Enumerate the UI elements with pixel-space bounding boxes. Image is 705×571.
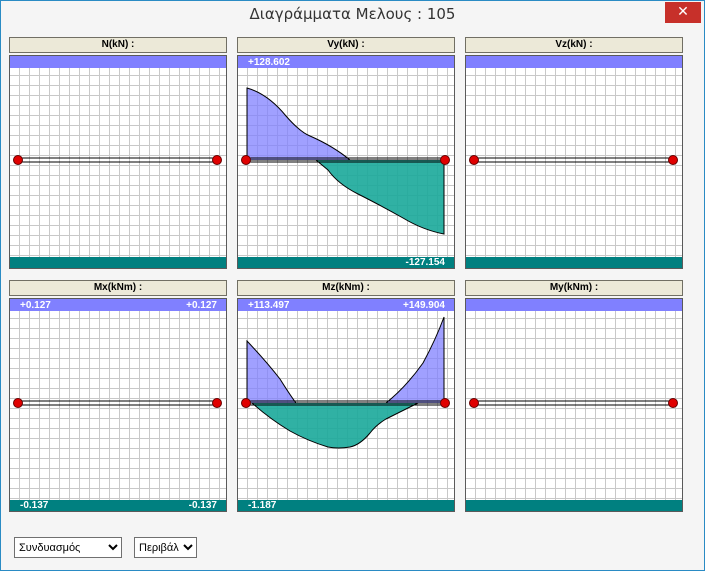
- support-left: [469, 398, 479, 408]
- bottom-right-value: -0.137: [188, 500, 217, 511]
- support-left: [241, 155, 251, 165]
- support-right: [212, 155, 222, 165]
- support-left: [13, 155, 23, 165]
- diagram-area: [9, 55, 227, 269]
- window-title: Διαγράμματα Μελους : 105: [249, 5, 456, 23]
- envelope-select[interactable]: Περιβάλ: [134, 537, 197, 558]
- diagram-area: +128.602 -127.154: [237, 55, 455, 269]
- diagram-area: +113.497 +149.904 -1.187: [237, 298, 455, 512]
- negative-bar: [466, 257, 682, 268]
- support-left: [13, 398, 23, 408]
- panel-title: My(kNm) :: [465, 280, 683, 296]
- negative-bar: [10, 257, 226, 268]
- positive-area-right: [384, 316, 445, 404]
- diagram-area: [465, 55, 683, 269]
- negative-bar: -1.187: [238, 500, 454, 511]
- bottom-right-value: -127.154: [405, 257, 445, 268]
- panel-title: N(kN) :: [9, 37, 227, 53]
- negative-area: [250, 402, 419, 449]
- support-left: [469, 155, 479, 165]
- negative-bar: -0.137 -0.137: [10, 500, 226, 511]
- member-diagrams-window: Διαγράμματα Μελους : 105 ✕ N(kN) : Vy(kN…: [0, 0, 705, 571]
- close-icon: ✕: [677, 4, 689, 20]
- diagram-graphic: [241, 316, 450, 449]
- diagram-graphic: [469, 155, 678, 165]
- panel-title: Vy(kN) :: [237, 37, 455, 53]
- positive-area-left: [246, 339, 297, 404]
- support-right: [668, 155, 678, 165]
- diagram-area: +0.127 +0.127 -0.137 -0.137: [9, 298, 227, 512]
- bottom-left-value: -0.137: [20, 500, 49, 511]
- client-area: N(kN) : Vy(kN) : +128.602 -127.154 Vz(kN…: [7, 30, 698, 567]
- negative-bar: -127.154: [238, 257, 454, 268]
- diagram-area: [465, 298, 683, 512]
- negative-area: [314, 159, 445, 235]
- positive-area: [246, 87, 352, 161]
- diagram-graphic: [13, 398, 222, 408]
- panel-title: Vz(kN) :: [465, 37, 683, 53]
- support-left: [241, 398, 251, 408]
- panel-title: Mx(kNm) :: [9, 280, 227, 296]
- support-right: [668, 398, 678, 408]
- panel-title: Mz(kNm) :: [237, 280, 455, 296]
- close-button[interactable]: ✕: [665, 2, 701, 23]
- bottom-left-value: -1.187: [248, 500, 277, 511]
- support-right: [212, 398, 222, 408]
- diagram-graphic: [241, 87, 450, 235]
- support-right: [440, 398, 450, 408]
- combination-select[interactable]: Συνδυασμός: [14, 537, 122, 558]
- title-bar: Διαγράμματα Μελους : 105 ✕: [1, 1, 704, 29]
- negative-bar: [466, 500, 682, 511]
- support-right: [440, 155, 450, 165]
- diagram-graphic: [469, 398, 678, 408]
- diagram-graphic: [13, 155, 222, 165]
